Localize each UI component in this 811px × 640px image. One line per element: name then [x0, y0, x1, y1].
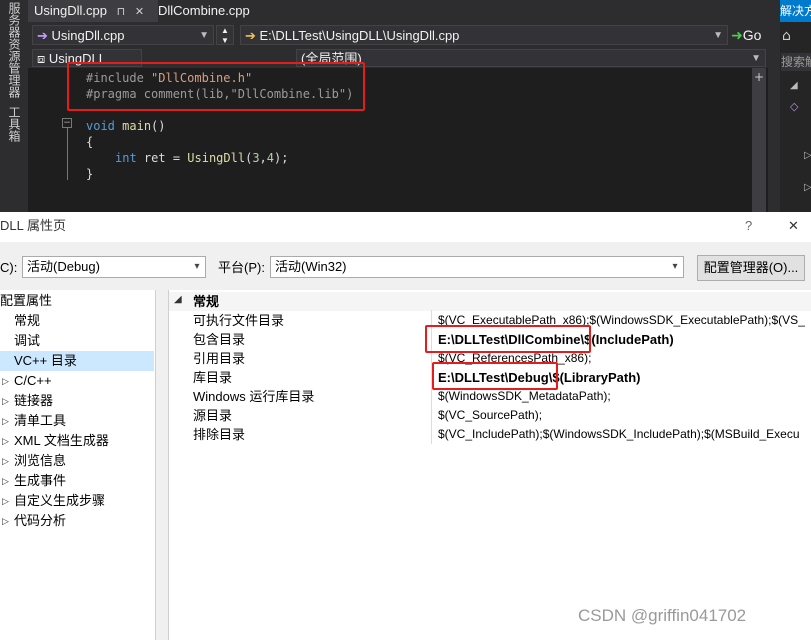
dialog-titlebar: DLL 属性页 ? ✕ — [0, 212, 811, 242]
pin-icon[interactable]: ⊓ — [117, 6, 126, 18]
collapse-icon[interactable]: − — [62, 118, 72, 128]
split-icon[interactable]: + — [754, 70, 764, 84]
chevron-down-icon: ▾ — [672, 261, 678, 272]
spin-buttons[interactable]: ▲ ▼ — [216, 25, 234, 45]
prop-value-exclude-dirs[interactable]: $(VC_IncludePath);$(WindowsSDK_IncludePa… — [438, 425, 800, 444]
editor-scrollbar[interactable] — [752, 68, 766, 212]
expand-icon[interactable]: ▷ — [804, 182, 811, 193]
close-button[interactable]: ✕ — [788, 212, 799, 240]
prop-name-library-dirs[interactable]: 库目录 — [193, 368, 232, 387]
close-icon[interactable]: ✕ — [135, 6, 144, 18]
tree-item-manifest-tool[interactable]: 清单工具 — [14, 411, 66, 431]
prop-name-source-dirs[interactable]: 源目录 — [193, 406, 232, 425]
tab-usingdll[interactable]: UsingDll.cpp ⊓ ✕ — [28, 0, 158, 22]
code-line-4: { — [86, 135, 94, 149]
expand-icon[interactable]: ▷ — [2, 377, 9, 387]
code-line-3: void main() — [86, 119, 166, 133]
tree-item-debugging[interactable]: 调试 — [14, 331, 40, 351]
prop-name-exclude-dirs[interactable]: 排除目录 — [193, 425, 245, 444]
tree-item-browse-info[interactable]: 浏览信息 — [14, 451, 66, 471]
tree-item-code-analysis[interactable]: 代码分析 — [14, 511, 66, 531]
prop-name-reference-dirs[interactable]: 引用目录 — [193, 349, 245, 368]
chevron-down-icon: ▼ — [751, 53, 761, 64]
chevron-down-icon: ▼ — [713, 30, 723, 41]
tab-dllcombine[interactable]: DllCombine.cpp — [152, 0, 294, 22]
scope-dropdown[interactable]: (全局范围) ▼ — [296, 49, 766, 67]
expand-icon[interactable]: ◢ — [790, 80, 798, 91]
highlight-box-include — [425, 325, 591, 353]
solution-search-input[interactable]: 搜索解 — [781, 53, 811, 71]
watermark: CSDN @griffin041702 — [578, 606, 747, 625]
tree-item-custom-build[interactable]: 自定义生成步骤 — [14, 491, 105, 511]
go-arrow-icon: ➜ — [731, 27, 743, 43]
help-button[interactable]: ? — [745, 212, 752, 240]
expand-icon[interactable]: ▷ — [2, 477, 9, 487]
chevron-down-icon: ▼ — [199, 30, 209, 41]
arrow-right-icon: ➔ — [245, 28, 260, 43]
platform-label: 平台(P): — [218, 260, 265, 275]
expand-icon[interactable]: ▷ — [2, 457, 9, 467]
dialog-title: DLL 属性页 — [0, 218, 66, 233]
section-title: 常规 — [193, 294, 220, 309]
project-icon[interactable]: ◇ — [790, 100, 798, 113]
tree-item-vc-directories[interactable]: VC++ 目录 — [0, 351, 154, 371]
class-icon: ⧈ — [37, 51, 49, 66]
expand-icon[interactable]: ▷ — [2, 497, 9, 507]
server-explorer-tab[interactable]: 服务器资源管理器 — [6, 2, 23, 98]
file-path-dropdown[interactable]: ➔ E:\DLLTest\UsingDLL\UsingDll.cpp ▼ — [240, 25, 728, 45]
code-line-5: int ret = UsingDll(3,4); — [115, 151, 289, 165]
project-dropdown[interactable]: ➔ UsingDll.cpp ▼ — [32, 25, 214, 45]
configuration-select[interactable]: 活动(Debug) ▾ — [22, 256, 206, 278]
tree-item-general[interactable]: 常规 — [14, 311, 40, 331]
grid-section-header[interactable] — [169, 292, 811, 311]
tab-label: DllCombine.cpp — [158, 3, 250, 18]
expand-icon[interactable]: ▷ — [2, 437, 9, 447]
prop-name-winrt-dirs[interactable]: Windows 运行库目录 — [193, 387, 314, 406]
arrow-right-icon: ➔ — [37, 28, 52, 43]
expand-icon[interactable]: ▷ — [804, 150, 811, 161]
configuration-manager-button[interactable]: 配置管理器(O)... — [697, 255, 805, 281]
tree-item-config-properties[interactable]: 配置属性 — [0, 291, 154, 311]
editor-tab-bar: UsingDll.cpp ⊓ ✕ DllCombine.cpp — [0, 0, 811, 22]
expand-icon[interactable]: ▷ — [2, 417, 9, 427]
highlight-box-library — [432, 362, 558, 390]
code-line-6: } — [86, 167, 94, 181]
collapse-icon[interactable]: ◢ — [174, 294, 182, 305]
prop-value-source-dirs[interactable]: $(VC_SourcePath); — [438, 406, 542, 425]
outline-line — [67, 128, 68, 180]
tree-item-linker[interactable]: 链接器 — [14, 391, 53, 411]
tab-label: UsingDll.cpp — [34, 3, 107, 18]
config-label: C): — [0, 260, 18, 275]
tree-item-c-cpp[interactable]: C/C++ — [14, 371, 52, 391]
tree-item-xml-doc[interactable]: XML 文档生成器 — [14, 431, 109, 451]
expand-icon[interactable]: ▷ — [2, 397, 9, 407]
chevron-down-icon: ▾ — [194, 261, 200, 272]
platform-select[interactable]: 活动(Win32) ▾ — [270, 256, 684, 278]
tree-item-build-events[interactable]: 生成事件 — [14, 471, 66, 491]
go-button[interactable]: ➜Go — [731, 25, 771, 45]
toolbox-tab[interactable]: 工具箱 — [6, 106, 23, 142]
solution-explorer-title[interactable]: 解决方 — [780, 0, 811, 22]
highlight-box-code — [67, 62, 365, 111]
prop-name-executable-dirs[interactable]: 可执行文件目录 — [193, 311, 284, 330]
home-icon[interactable]: ⌂ — [782, 28, 791, 44]
prop-name-include-dirs[interactable]: 包含目录 — [193, 330, 245, 349]
expand-icon[interactable]: ▷ — [2, 517, 9, 527]
